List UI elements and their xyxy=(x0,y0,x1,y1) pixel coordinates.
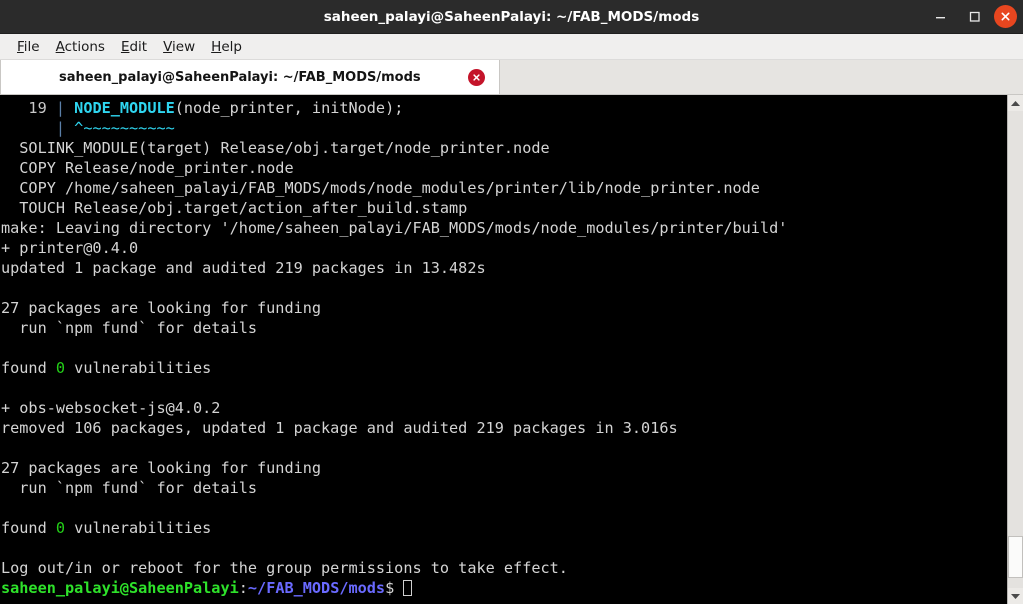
terminal-text: Log out/in or reboot for the group permi… xyxy=(1,559,568,577)
menu-edit-rest: dit xyxy=(129,38,148,55)
menu-file-rest: ile xyxy=(23,38,40,55)
titlebar[interactable]: saheen_palayi@SaheenPalayi: ~/FAB_MODS/m… xyxy=(0,0,1023,34)
menu-view-rest: iew xyxy=(172,38,196,55)
terminal-line: 19 | NODE_MODULE(node_printer, initNode)… xyxy=(1,98,1007,118)
terminal-text: saheen_palayi@SaheenPalayi xyxy=(1,579,239,597)
terminal-text: 0 xyxy=(55,519,66,537)
terminal-line: run `npm fund` for details xyxy=(1,318,1007,338)
maximize-button[interactable] xyxy=(960,3,988,31)
chevron-up-icon xyxy=(1010,99,1021,108)
terminal-line: COPY /home/saheen_palayi/FAB_MODS/mods/n… xyxy=(1,178,1007,198)
terminal-text: updated 1 package and audited 219 packag… xyxy=(1,259,486,277)
terminal-text: vulnerabilities xyxy=(65,519,212,537)
terminal-text: | xyxy=(55,119,75,137)
tabbar: saheen_palayi@SaheenPalayi: ~/FAB_MODS/m… xyxy=(0,60,1023,95)
terminal-text: + obs-websocket-js@4.0.2 xyxy=(1,399,221,417)
menu-actions-mnemonic: A xyxy=(55,38,65,55)
close-icon xyxy=(999,10,1012,23)
terminal-scrollbar[interactable] xyxy=(1007,95,1023,604)
terminal-line: updated 1 package and audited 219 packag… xyxy=(1,258,1007,278)
terminal-line: make: Leaving directory '/home/saheen_pa… xyxy=(1,218,1007,238)
terminal-line: COPY Release/node_printer.node xyxy=(1,158,1007,178)
close-window-button[interactable] xyxy=(994,5,1017,28)
terminal-text: (node_printer, initNode); xyxy=(174,99,404,117)
terminal-text: 27 packages are looking for funding xyxy=(1,459,322,477)
maximize-icon xyxy=(968,10,981,23)
terminal-text: : xyxy=(238,579,248,597)
terminal-text: ^~~~~~~~~~~ xyxy=(74,119,175,137)
terminal-text: ~/FAB_MODS/mods xyxy=(247,579,386,597)
terminal-text: NODE_MODULE xyxy=(74,99,175,117)
terminal-text: 19 xyxy=(1,99,56,117)
menu-view[interactable]: View xyxy=(155,38,203,56)
menu-help-mnemonic: H xyxy=(211,38,222,55)
window-controls xyxy=(926,0,1017,33)
terminal-text: $ xyxy=(385,579,404,597)
terminal-text: found xyxy=(1,359,56,377)
terminal-line: 27 packages are looking for funding xyxy=(1,298,1007,318)
terminal-line: found 0 vulnerabilities xyxy=(1,518,1007,538)
terminal-screen[interactable]: 19 | NODE_MODULE(node_printer, initNode)… xyxy=(0,95,1007,604)
terminal-line: Log out/in or reboot for the group permi… xyxy=(1,558,1007,578)
terminal-line: run `npm fund` for details xyxy=(1,478,1007,498)
tab-close-button[interactable] xyxy=(468,68,485,86)
terminal-text: vulnerabilities xyxy=(65,359,212,377)
close-icon xyxy=(471,72,482,83)
menu-file[interactable]: File xyxy=(9,38,48,56)
terminal-text: TOUCH Release/obj.target/action_after_bu… xyxy=(1,199,468,217)
terminal-text: | xyxy=(55,99,75,117)
window-title: saheen_palayi@SaheenPalayi: ~/FAB_MODS/m… xyxy=(323,8,700,25)
terminal-line: + obs-websocket-js@4.0.2 xyxy=(1,398,1007,418)
terminal-text: + printer@0.4.0 xyxy=(1,239,139,257)
terminal-text: SOLINK_MODULE(target) Release/obj.target… xyxy=(1,139,550,157)
minimize-icon xyxy=(934,10,947,23)
terminal-line: 27 packages are looking for funding xyxy=(1,458,1007,478)
menu-file-mnemonic: F xyxy=(17,38,24,55)
terminal-text: 27 packages are looking for funding xyxy=(1,299,322,317)
terminal-area: 19 | NODE_MODULE(node_printer, initNode)… xyxy=(0,95,1023,604)
scrollbar-thumb[interactable] xyxy=(1008,535,1023,579)
terminal-text: run `npm fund` for details xyxy=(1,479,258,497)
scrollbar-down-button[interactable] xyxy=(1008,588,1023,604)
menu-help-rest: elp xyxy=(221,38,242,55)
menubar: File Actions Edit View Help xyxy=(0,34,1023,60)
menu-actions-rest: ctions xyxy=(64,38,105,55)
terminal-window: saheen_palayi@SaheenPalayi: ~/FAB_MODS/m… xyxy=(0,0,1023,604)
terminal-line: | ^~~~~~~~~~~ xyxy=(1,118,1007,138)
tab-active[interactable]: saheen_palayi@SaheenPalayi: ~/FAB_MODS/m… xyxy=(0,60,500,94)
terminal-line: TOUCH Release/obj.target/action_after_bu… xyxy=(1,198,1007,218)
scrollbar-up-button[interactable] xyxy=(1008,95,1023,111)
terminal-text: make: Leaving directory '/home/saheen_pa… xyxy=(1,219,788,237)
terminal-text: COPY Release/node_printer.node xyxy=(1,159,294,177)
terminal-text: run `npm fund` for details xyxy=(1,319,258,337)
scrollbar-track[interactable] xyxy=(1008,111,1023,588)
terminal-cursor xyxy=(403,580,413,596)
menu-view-mnemonic: V xyxy=(163,38,173,55)
menu-help[interactable]: Help xyxy=(203,38,250,56)
tab-label: saheen_palayi@SaheenPalayi: ~/FAB_MODS/m… xyxy=(59,69,421,85)
menu-actions[interactable]: Actions xyxy=(48,38,113,56)
terminal-line: saheen_palayi@SaheenPalayi:~/FAB_MODS/mo… xyxy=(1,578,1007,598)
terminal-text: removed 106 packages, updated 1 package … xyxy=(1,419,678,437)
menu-edit[interactable]: Edit xyxy=(113,38,155,56)
terminal-line: + printer@0.4.0 xyxy=(1,238,1007,258)
minimize-button[interactable] xyxy=(926,3,954,31)
terminal-text: COPY /home/saheen_palayi/FAB_MODS/mods/n… xyxy=(1,179,760,197)
chevron-down-icon xyxy=(1010,592,1021,601)
terminal-line: SOLINK_MODULE(target) Release/obj.target… xyxy=(1,138,1007,158)
terminal-line: found 0 vulnerabilities xyxy=(1,358,1007,378)
terminal-line: removed 106 packages, updated 1 package … xyxy=(1,418,1007,438)
terminal-text: found xyxy=(1,519,56,537)
terminal-text: 0 xyxy=(55,359,66,377)
